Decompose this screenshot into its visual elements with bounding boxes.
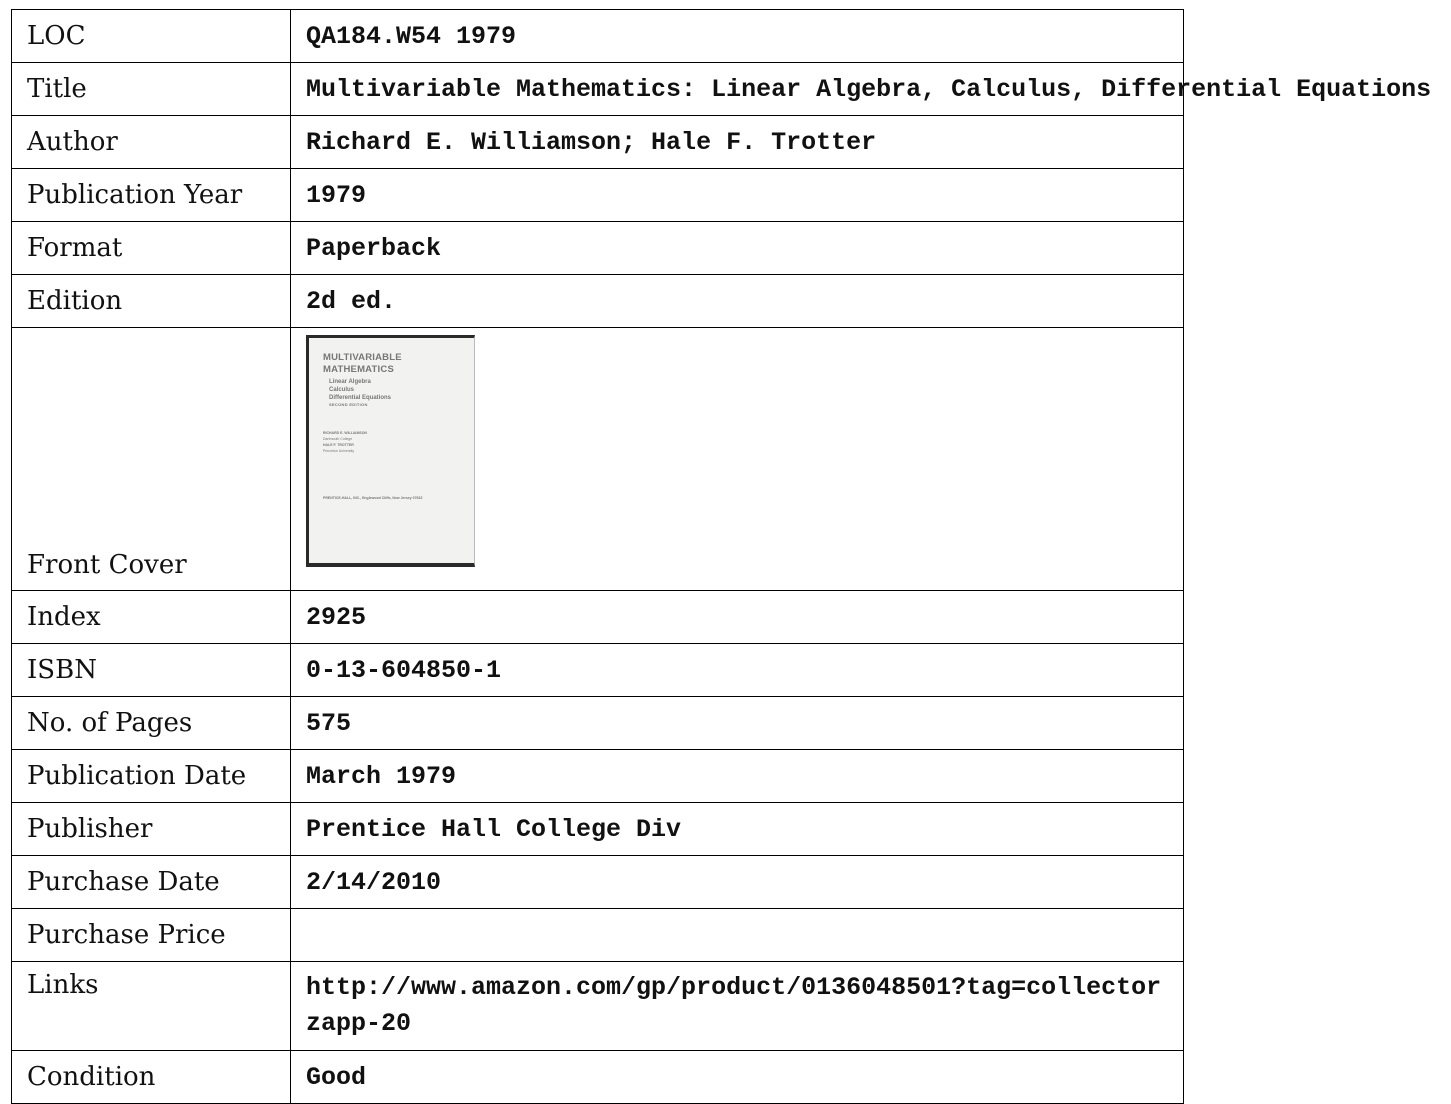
field-label: No. of Pages: [11, 696, 291, 750]
field-value: Paperback: [290, 221, 1184, 275]
cover-edition: SECOND EDITION: [329, 402, 368, 407]
field-value: Good: [290, 1050, 1184, 1104]
field-label: ISBN: [11, 643, 291, 697]
field-label: Publication Year: [11, 168, 291, 222]
field-value: [290, 908, 1184, 962]
field-value: QA184.W54 1979: [290, 9, 1184, 63]
cover-publisher: PRENTICE-HALL, INC., Englewood Cliffs, N…: [323, 496, 423, 500]
field-value: Multivariable Mathematics: Linear Algebr…: [290, 62, 1431, 116]
record-row-edition: Edition 2d ed.: [11, 274, 1184, 328]
cover-subtitle: Linear Algebra Calculus Differential Equ…: [329, 379, 392, 401]
record-row-purchase-date: Purchase Date 2/14/2010: [11, 855, 1184, 909]
front-cover-image[interactable]: MULTIVARIABLE MATHEMATICS Linear Algebra…: [306, 335, 475, 567]
record-row-pages: No. of Pages 575: [11, 696, 1184, 750]
cover-authors: RICHARD E. WILLIAMSON Dartmouth College …: [323, 431, 367, 453]
record-row-front-cover: Front Cover MULTIVARIABLE MATHEMATICS Li…: [11, 327, 1184, 591]
field-label: Title: [11, 62, 291, 116]
field-label: Edition: [11, 274, 291, 328]
field-value: 575: [290, 696, 1184, 750]
field-label: Index: [11, 590, 291, 644]
record-row-format: Format Paperback: [11, 221, 1184, 275]
field-label: Links: [11, 961, 291, 1051]
field-label: Front Cover: [11, 327, 291, 591]
field-label: Publication Date: [11, 749, 291, 803]
field-label: Purchase Date: [11, 855, 291, 909]
record-row-index: Index 2925: [11, 590, 1184, 644]
field-value: MULTIVARIABLE MATHEMATICS Linear Algebra…: [290, 327, 1184, 591]
field-label: Publisher: [11, 802, 291, 856]
amazon-link[interactable]: http://www.amazon.com/gp/product/0136048…: [290, 961, 1184, 1051]
field-value: 1979: [290, 168, 1184, 222]
record-row-author: Author Richard E. Williamson; Hale F. Tr…: [11, 115, 1184, 169]
record-row-loc: LOC QA184.W54 1979: [11, 9, 1184, 63]
field-value: 2d ed.: [290, 274, 1184, 328]
record-row-isbn: ISBN 0-13-604850-1: [11, 643, 1184, 697]
field-label: Purchase Price: [11, 908, 291, 962]
field-value: Prentice Hall College Div: [290, 802, 1184, 856]
record-row-publisher: Publisher Prentice Hall College Div: [11, 802, 1184, 856]
record-row-purchase-price: Purchase Price: [11, 908, 1184, 962]
field-value: 2/14/2010: [290, 855, 1184, 909]
field-label: Format: [11, 221, 291, 275]
cover-title: MULTIVARIABLE MATHEMATICS: [323, 352, 402, 375]
record-row-links: Links http://www.amazon.com/gp/product/0…: [11, 961, 1184, 1051]
field-value: Richard E. Williamson; Hale F. Trotter: [290, 115, 1184, 169]
field-value: 0-13-604850-1: [290, 643, 1184, 697]
field-label: LOC: [11, 9, 291, 63]
field-label: Author: [11, 115, 291, 169]
field-value: 2925: [290, 590, 1184, 644]
field-value: March 1979: [290, 749, 1184, 803]
record-row-publication-year: Publication Year 1979: [11, 168, 1184, 222]
field-label: Condition: [11, 1050, 291, 1104]
record-row-title: Title Multivariable Mathematics: Linear …: [11, 62, 1431, 116]
record-row-publication-date: Publication Date March 1979: [11, 749, 1184, 803]
book-record-table: LOC QA184.W54 1979 Title Multivariable M…: [11, 9, 1431, 1104]
record-row-condition: Condition Good: [11, 1050, 1184, 1104]
